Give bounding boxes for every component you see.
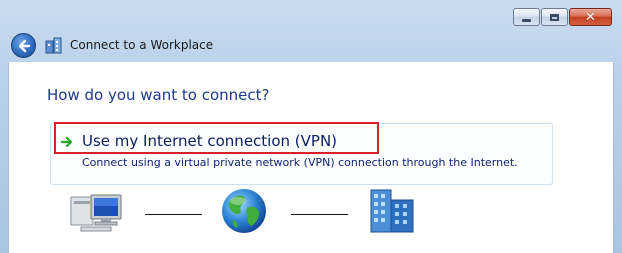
maximize-button[interactable] <box>541 8 568 26</box>
connection-line-right <box>291 214 348 215</box>
maximize-icon <box>550 13 559 21</box>
back-button[interactable] <box>11 33 36 58</box>
vpn-option-title[interactable]: Use my Internet connection (VPN) <box>82 132 337 150</box>
page-heading: How do you want to connect? <box>47 86 270 104</box>
wizard-window: ✕ Connect to a Workplace How do you want… <box>0 0 622 253</box>
title-bar[interactable]: ✕ Connect to a Workplace <box>0 0 622 60</box>
window-title: Connect to a Workplace <box>70 38 214 52</box>
computer-icon <box>70 194 122 232</box>
globe-icon <box>222 189 266 233</box>
connection-illustration <box>9 186 615 253</box>
caption-buttons: ✕ <box>513 8 612 26</box>
connection-line-left <box>145 214 202 215</box>
wizard-content: How do you want to connect? Use my Inter… <box>8 62 614 253</box>
vpn-option-description: Connect using a virtual private network … <box>82 156 518 169</box>
vpn-option[interactable]: Use my Internet connection (VPN) Connect… <box>50 122 553 185</box>
close-button[interactable]: ✕ <box>569 8 612 26</box>
close-icon: ✕ <box>585 9 596 25</box>
minimize-button[interactable] <box>513 8 540 26</box>
workplace-icon <box>45 37 62 54</box>
server-icon <box>370 189 414 233</box>
green-arrow-icon <box>61 136 73 148</box>
minimize-icon <box>522 18 531 22</box>
back-arrow-icon <box>18 39 30 52</box>
